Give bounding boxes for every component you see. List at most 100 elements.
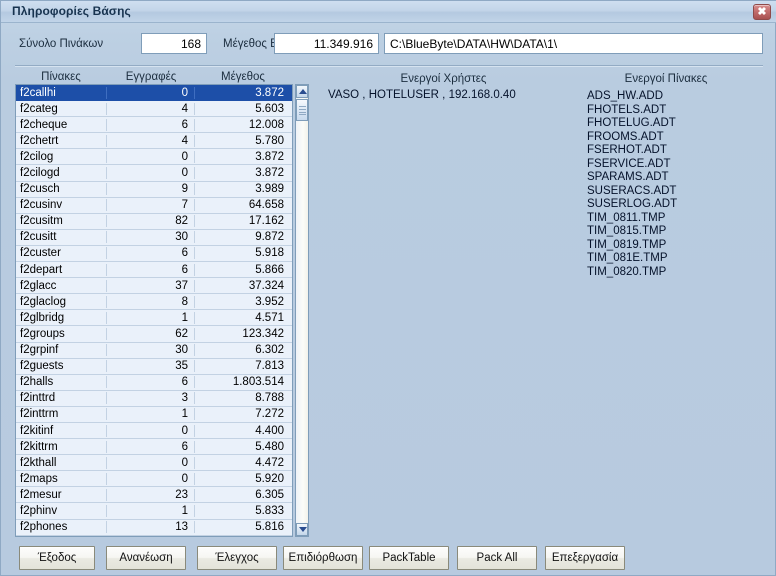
table-row[interactable]: f2glaclog 8 3.952 <box>16 294 292 311</box>
cell-table-size: 7.272 <box>194 408 290 421</box>
active-tables-list: ADS_HW.ADD FHOTELS.ADT FHOTELUG.ADT FROOMS.… <box>587 90 677 279</box>
tables-grid[interactable]: f2callhi 0 3.872 f2categ 4 5.603 f2cheque 6 12.0… <box>15 84 293 537</box>
cell-record-count: 82 <box>106 215 194 228</box>
table-row[interactable]: f2custer 6 5.918 <box>16 245 292 263</box>
table-row[interactable]: f2cilogd 0 3.872 <box>16 165 292 182</box>
table-row[interactable]: f2glbridg 1 4.571 <box>16 310 292 327</box>
table-row[interactable]: f2phinv 1 5.833 <box>16 503 292 520</box>
close-button[interactable]: ✖ <box>753 4 771 20</box>
cell-table-size: 64.658 <box>194 199 290 212</box>
cell-table-name: f2glbridg <box>20 311 65 324</box>
cell-table-size: 5.603 <box>194 102 290 115</box>
button-έξοδος[interactable]: Έξοδος <box>19 546 95 570</box>
cell-table-name: f2mesur <box>20 488 62 501</box>
table-row[interactable]: f2cusch 9 3.989 <box>16 181 292 198</box>
cell-table-name: f2kittrm <box>20 440 58 453</box>
active-table-item: SUSERLOG.ADT <box>587 198 678 210</box>
active-table-item: TIM_0819.TMP <box>587 238 667 251</box>
cell-table-size: 17.162 <box>194 215 290 228</box>
table-row[interactable]: f2cusitt 30 9.872 <box>16 229 292 246</box>
active-table-item: FSERHOT.ADT <box>587 144 667 156</box>
button-επιδιόρθωση[interactable]: Επιδιόρθωση <box>283 546 363 570</box>
cell-table-name: f2groups <box>20 327 65 340</box>
active-table-item: FSERVICE.ADT <box>587 157 671 170</box>
active-tables-title: Ενεργοί Πίνακες <box>624 73 708 85</box>
table-row[interactable]: f2cilog 0 3.872 <box>16 149 292 166</box>
table-row[interactable]: f2phones 13 5.816 <box>16 519 292 536</box>
cell-table-size: 4.472 <box>194 456 290 469</box>
chevron-down-icon <box>299 527 307 532</box>
button-επεξεργασία[interactable]: Επεξεργασία <box>545 546 625 570</box>
table-row[interactable]: f2kthall 0 4.472 <box>16 455 292 472</box>
cell-record-count: 0 <box>106 150 194 163</box>
active-table-item: SPARAMS.ADT <box>587 171 669 183</box>
scroll-up-button[interactable] <box>296 85 308 98</box>
table-row[interactable]: f2grpinf 30 6.302 <box>16 342 292 359</box>
cell-table-size: 37.324 <box>194 279 290 292</box>
section-divider <box>15 65 763 67</box>
table-row[interactable]: f2kitinf 0 4.400 <box>16 422 292 440</box>
active-table-item: FROOMS.ADT <box>587 130 664 143</box>
total-tables-input[interactable] <box>141 33 207 54</box>
cell-record-count: 0 <box>106 86 194 99</box>
active-table-item: FHOTELS.ADT <box>587 103 667 116</box>
cell-table-name: f2maps <box>20 472 58 485</box>
scrollbar-thumb[interactable] <box>296 99 308 121</box>
button-pack-all[interactable]: Pack All <box>457 546 537 570</box>
scroll-down-button[interactable] <box>296 523 308 536</box>
cell-table-size: 1.803.514 <box>194 376 290 389</box>
table-row[interactable]: f2glacc 37 37.324 <box>16 278 292 295</box>
db-size-input[interactable] <box>274 33 379 54</box>
table-row[interactable]: f2chetrt 4 5.780 <box>16 133 292 150</box>
button-έλεγχος[interactable]: Έλεγχος <box>197 546 277 570</box>
table-row[interactable]: f2groups 62 123.342 <box>16 326 292 343</box>
data-path-input[interactable] <box>384 33 763 54</box>
scrollbar-grip-icon <box>299 106 306 115</box>
table-row[interactable]: f2cheque 6 12.008 <box>16 117 292 134</box>
database-info-window: Πληροφορίες Βάσης ✖ Σύνολο Πινάκων Μέγεθ… <box>0 0 776 576</box>
table-row[interactable]: f2kittrm 6 5.480 <box>16 439 292 456</box>
table-row[interactable]: f2callhi 0 3.872 <box>16 85 292 102</box>
cell-table-name: f2glacc <box>20 279 57 292</box>
cell-record-count: 0 <box>106 167 194 180</box>
page-title: Πληροφορίες Βάσης <box>12 4 131 18</box>
active-table-item: TIM_0815.TMP <box>587 225 667 237</box>
cell-record-count: 9 <box>106 183 194 196</box>
cell-table-name: f2inttrm <box>20 408 59 421</box>
cell-table-size: 6.305 <box>194 488 290 501</box>
cell-table-size: 3.989 <box>194 183 290 196</box>
cell-table-name: f2depart <box>20 263 63 276</box>
table-row[interactable]: f2cusitm 82 17.162 <box>16 213 292 230</box>
cell-table-name: f2cusch <box>20 183 60 196</box>
cell-table-size: 5.918 <box>194 247 290 260</box>
cell-table-name: f2cilogd <box>20 167 60 180</box>
grid-vertical-scrollbar[interactable] <box>295 84 309 537</box>
table-row[interactable]: f2guests 35 7.813 <box>16 358 292 375</box>
cell-record-count: 30 <box>106 231 194 244</box>
active-table-item: TIM_0811.TMP <box>587 211 666 224</box>
table-row[interactable]: f2depart 6 5.866 <box>16 262 292 279</box>
button-ανανέωση[interactable]: Ανανέωση <box>106 546 186 570</box>
table-row[interactable]: f2inttrd 3 8.788 <box>16 390 292 407</box>
button-packtable[interactable]: PackTable <box>369 546 449 570</box>
cell-table-name: f2kthall <box>20 456 57 469</box>
cell-table-size: 5.480 <box>194 440 290 453</box>
active-table-item: TIM_081E.TMP <box>587 252 668 264</box>
cell-table-size: 6.302 <box>194 344 290 357</box>
active-table-item: SUSERACS.ADT <box>587 184 677 197</box>
cell-table-size: 12.008 <box>194 118 290 131</box>
active-table-item: FHOTELUG.ADT <box>587 117 676 129</box>
cell-record-count: 6 <box>106 440 194 453</box>
column-header-size: Μέγεθος <box>221 71 265 83</box>
table-row[interactable]: f2halls 6 1.803.514 <box>16 374 292 391</box>
cell-record-count: 7 <box>106 199 194 212</box>
table-row[interactable]: f2inttrm 1 7.272 <box>16 406 292 423</box>
cell-record-count: 13 <box>106 521 194 534</box>
table-row[interactable]: f2cusinv 7 64.658 <box>16 197 292 214</box>
cell-record-count: 30 <box>106 344 194 357</box>
column-header-tables: Πίνακες <box>41 71 81 83</box>
table-row[interactable]: f2maps 0 5.920 <box>16 471 292 488</box>
cell-table-name: f2glaclog <box>20 295 67 308</box>
table-row[interactable]: f2mesur 23 6.305 <box>16 487 292 504</box>
table-row[interactable]: f2categ 4 5.603 <box>16 101 292 118</box>
